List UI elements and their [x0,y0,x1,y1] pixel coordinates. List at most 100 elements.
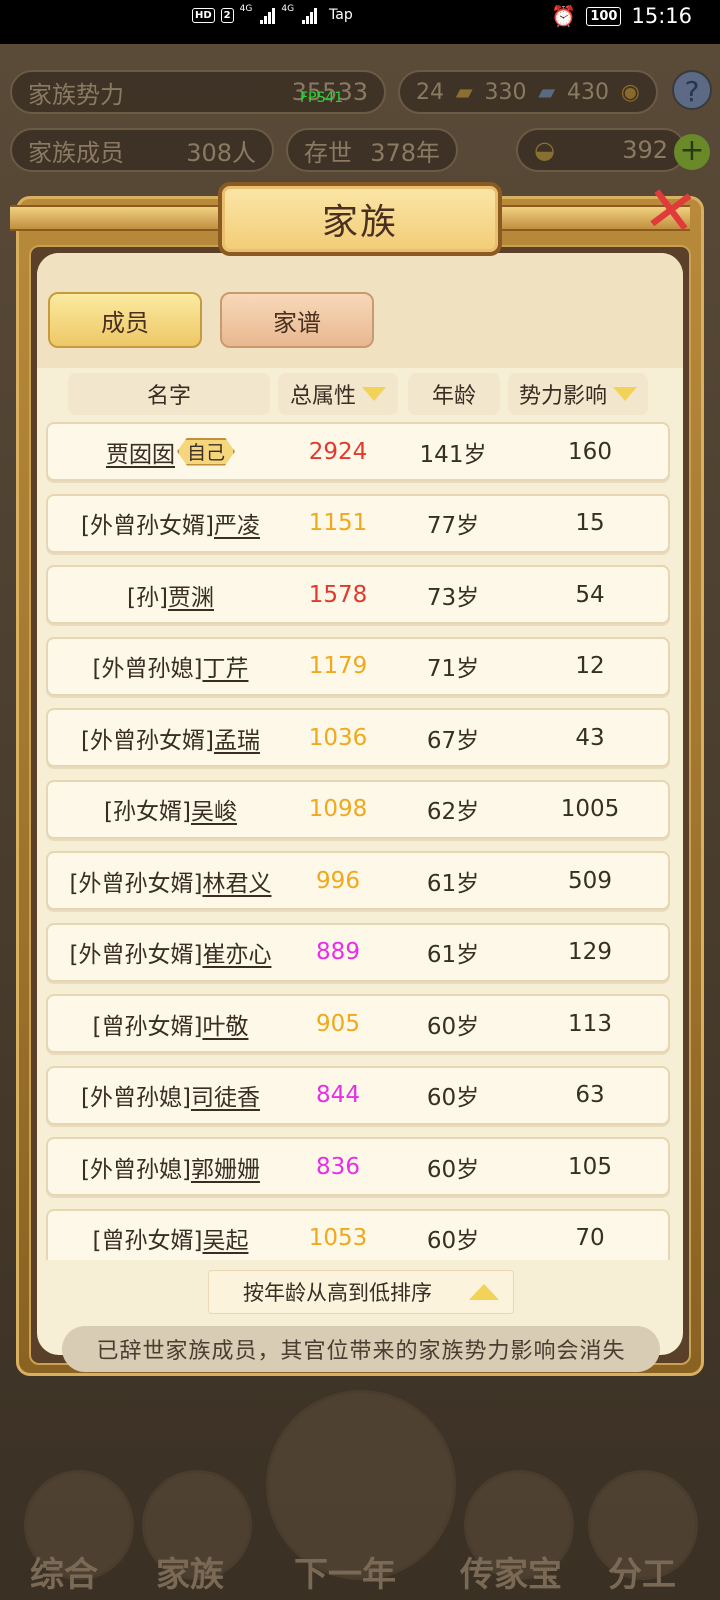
member-row[interactable]: [外曾孙媳] 郭姗姗 836 60岁 105 [46,1137,670,1196]
silver-bar-icon: ▰ [538,79,556,105]
member-age: 61岁 [426,870,480,897]
member-attr: 2924 [308,438,368,465]
member-row[interactable]: [外曾孙女婿] 林君义 996 61岁 509 [46,851,670,910]
member-age: 60岁 [426,1085,480,1111]
member-age: 60岁 [426,1013,480,1040]
header-influence[interactable]: 势力影响 [508,373,648,415]
member-attr: 1151 [308,510,368,536]
member-row[interactable]: [曾孙女婿] 叶敬 905 60岁 113 [46,994,670,1053]
member-relation: [外曾孙女婿] [81,513,214,539]
sort-button[interactable]: 按年龄从高到低排序 [208,1270,514,1314]
nav-family[interactable]: 家族 [156,1547,224,1596]
member-name-link[interactable]: 严凌 [214,506,260,540]
header-age-label: 年龄 [431,384,476,409]
exist-label: 存世 [304,138,352,167]
sort-down-icon [362,387,386,401]
member-name-cell: [外曾孙女婿] 林君义 [48,853,293,908]
member-name-link[interactable]: 司徒香 [191,1078,260,1112]
member-relation: [外曾孙女婿] [69,870,203,897]
member-name-link[interactable]: 崔亦心 [202,935,271,969]
gold-bar-icon: ▰ [455,79,473,105]
exist-value: 378年 [370,138,440,167]
sort-down-icon [613,387,637,401]
member-influence: 43 [575,724,605,751]
member-attr: 996 [316,867,360,894]
member-relation: [外曾孙媳] [81,1085,191,1111]
gold-bar: ◒ 392 [516,128,686,172]
member-attr: 1053 [308,1225,368,1251]
member-row[interactable]: [外曾孙女婿] 崔亦心 889 61岁 129 [46,922,670,982]
member-influence: 105 [568,1153,612,1180]
nav-next-year[interactable]: 下一年 [294,1547,396,1596]
member-row[interactable]: [外曾孙媳] 丁芹 1179 71岁 12 [46,636,670,696]
member-name-cell: [外曾孙女婿] 孟瑞 [48,710,293,765]
resource-3: 430 [566,79,609,105]
member-name-cell: [曾孙女婿] 叶敬 [48,996,293,1051]
member-row[interactable]: [孙] 贾渊 1578 73岁 54 [46,565,670,624]
member-row[interactable]: 贾囡囡 自己 2924 141岁 160 [46,422,670,481]
bottom-nav: 综合 家族 下一年 传家宝 分工 [0,1390,720,1600]
header-attr[interactable]: 总属性 [278,373,398,415]
member-row[interactable]: [外曾孙媳] 司徒香 844 60岁 63 [46,1065,670,1125]
coin-icon: ◉ [620,79,640,105]
resource-1: 24 [416,79,444,105]
nav-division[interactable]: 分工 [608,1547,676,1596]
member-row[interactable]: [外曾孙女婿] 孟瑞 1036 67岁 43 [46,708,670,767]
member-age: 77岁 [426,513,480,539]
member-influence: 54 [575,581,605,608]
tab-members[interactable]: 成员 [48,292,202,348]
header-name[interactable]: 名字 [68,373,270,415]
member-row[interactable]: [曾孙女婿] 吴起 1053 60岁 70 [46,1208,670,1261]
member-influence: 509 [568,867,612,894]
signal-icon-2 [302,6,318,24]
member-relation: [外曾孙媳] [92,656,203,682]
member-name-link[interactable]: 丁芹 [202,649,248,683]
member-age: 73岁 [426,584,480,611]
member-age: 61岁 [426,942,480,968]
sort-label: 按年龄从高到低排序 [243,1281,432,1305]
member-age: 60岁 [426,1156,480,1183]
member-name-link[interactable]: 吴峻 [191,792,237,826]
status-right: ⏰ 100 15:16 [551,4,692,28]
member-influence: 70 [575,1225,605,1251]
member-name-cell: [外曾孙媳] 郭姗姗 [48,1139,293,1194]
member-name-cell: [外曾孙媳] 司徒香 [48,1068,293,1123]
member-influence: 15 [575,510,605,536]
member-name-link[interactable]: 贾囡囡 [106,435,175,469]
add-gold-button[interactable]: + [674,134,710,170]
tap-label: Tap [329,7,353,23]
nav-summary[interactable]: 综合 [30,1547,98,1596]
network-type-1: 4G [239,3,253,14]
title-wing-left [10,205,230,231]
member-influence: 129 [568,939,612,965]
member-name-cell: [外曾孙媳] 丁芹 [48,639,293,694]
member-name-link[interactable]: 林君义 [202,864,271,898]
close-icon[interactable]: ✕ [630,172,711,254]
nav-heirloom[interactable]: 传家宝 [460,1547,562,1596]
member-name-link[interactable]: 贾渊 [168,578,214,612]
member-name-link[interactable]: 郭姗姗 [191,1150,260,1184]
member-age: 62岁 [426,799,480,825]
help-button[interactable]: ? [672,70,712,110]
member-name-link[interactable]: 孟瑞 [214,721,260,755]
member-list[interactable]: 贾囡囡 自己 2924 141岁 160 [外曾孙女婿] 严凌 1151 77岁 15 [孙] 贾渊 1… [46,422,672,1260]
hd-badge: HD [192,7,215,23]
member-relation: [孙女婿] [104,799,191,825]
member-row[interactable]: [孙女婿] 吴峻 1098 62岁 1005 [46,779,670,839]
member-name-cell: [孙女婿] 吴峻 [48,782,293,837]
member-attr: 905 [316,1010,360,1037]
member-attr: 1036 [308,724,368,751]
member-age: 67岁 [426,727,480,754]
tab-genealogy[interactable]: 家谱 [220,292,374,348]
resource-2: 330 [484,79,527,105]
fps-counter: FPS41 [300,90,344,106]
member-attr: 1098 [308,796,368,822]
member-attr: 889 [316,939,360,965]
member-name-link[interactable]: 叶敬 [202,1007,248,1041]
member-name-link[interactable]: 吴起 [202,1221,248,1255]
header-age[interactable]: 年龄 [408,373,500,415]
battery-icon: 100 [586,6,622,26]
member-name-cell: [曾孙女婿] 吴起 [48,1211,293,1261]
member-influence: 63 [575,1082,605,1108]
member-row[interactable]: [外曾孙女婿] 严凌 1151 77岁 15 [46,493,670,553]
